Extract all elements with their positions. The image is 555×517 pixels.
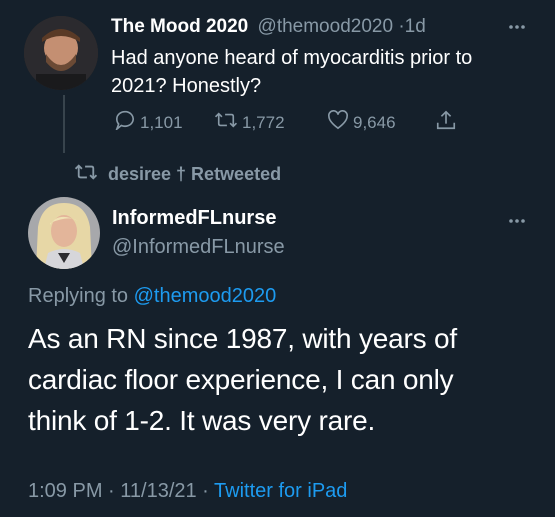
- reply-button[interactable]: 1,101: [114, 110, 183, 135]
- replying-to: Replying to @themood2020: [28, 285, 276, 308]
- retweet-icon: [214, 110, 238, 135]
- more-options-icon[interactable]: [508, 24, 526, 30]
- retweet-count: 1,772: [242, 112, 285, 132]
- retweet-banner-text: desiree † Retweeted: [108, 164, 282, 184]
- like-count: 9,646: [353, 112, 396, 132]
- handle-informedflnurse[interactable]: @InformedFLnurse: [112, 236, 285, 259]
- like-button[interactable]: 9,646: [327, 110, 396, 135]
- quoted-tweet-text-line2: 2021? Honestly?: [111, 75, 262, 97]
- main-tweet-text-line2: cardiac floor experience, I can only: [28, 364, 454, 395]
- avatar-informedflnurse[interactable]: [28, 197, 100, 269]
- retweet-banner-icon: [74, 162, 98, 187]
- avatar-themood2020[interactable]: [24, 16, 98, 90]
- tweet-source-link[interactable]: Twitter for iPad: [214, 480, 347, 502]
- quoted-tweet-text-line1: Had anyone heard of myocarditis prior to: [111, 47, 473, 69]
- reply-count: 1,101: [140, 112, 183, 132]
- display-name-informedflnurse[interactable]: InformedFLnurse: [112, 207, 276, 230]
- tweet-time-ago[interactable]: 1d: [405, 16, 426, 37]
- main-tweet-text-line3: think of 1-2. It was very rare.: [28, 405, 376, 436]
- share-icon[interactable]: [435, 109, 457, 131]
- thread-connector-line: [63, 95, 65, 153]
- heart-icon: [327, 110, 349, 135]
- replying-to-handle-link[interactable]: @themood2020: [134, 285, 277, 307]
- retweet-button[interactable]: 1,772: [214, 110, 285, 135]
- display-name-themood2020[interactable]: The Mood 2020: [111, 16, 248, 37]
- more-options-icon[interactable]: [508, 218, 526, 224]
- retweet-banner[interactable]: desiree † Retweeted: [74, 162, 281, 187]
- replying-to-label: Replying to: [28, 285, 129, 307]
- reply-icon: [114, 110, 136, 135]
- handle-themood2020[interactable]: @themood2020: [258, 16, 394, 37]
- tweet-timestamp[interactable]: 1:09 PM · 11/13/21 ·: [28, 480, 209, 502]
- main-tweet-text-line1: As an RN since 1987, with years of: [28, 323, 457, 354]
